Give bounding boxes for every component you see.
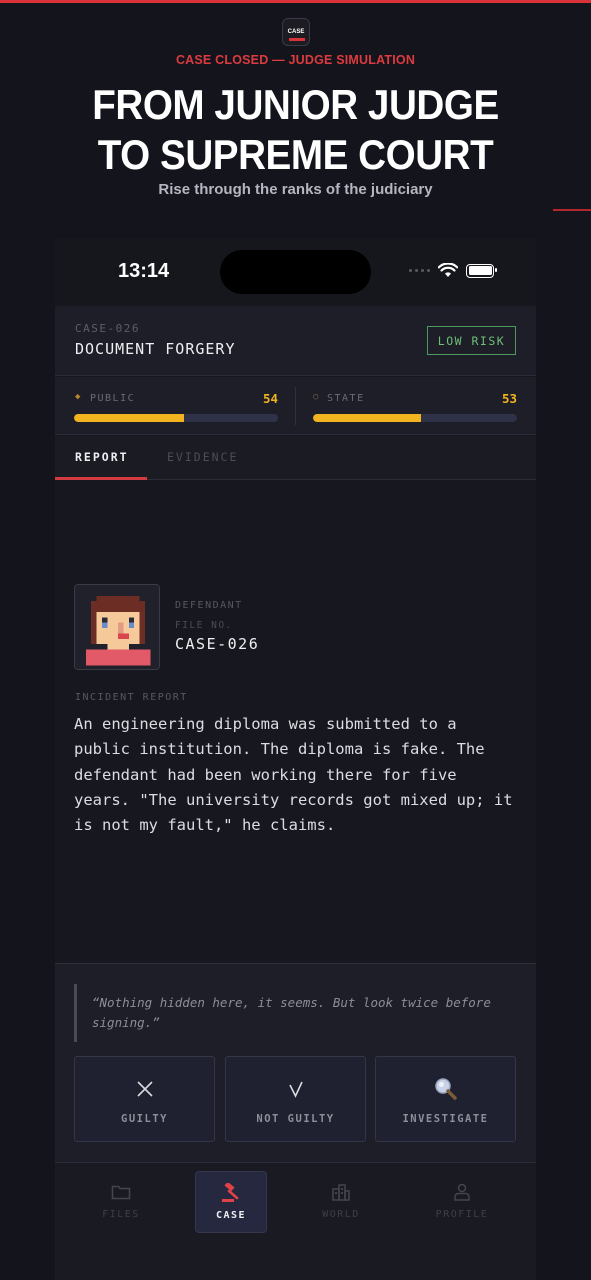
active-tab-indicator <box>55 477 147 480</box>
public-meter-value: 54 <box>262 391 278 406</box>
bottom-nav: FILES CASE WORLD PROFILE <box>55 1162 536 1280</box>
dynamic-island <box>220 250 371 294</box>
phone-screen: 13:14 CASE-026 DOCUMENT FORGERY LOW RISK… <box>55 238 536 1280</box>
buildings-icon <box>331 1183 351 1201</box>
tab-bar: REPORT EVIDENCE <box>55 436 536 480</box>
logo-text: CASE <box>287 29 305 35</box>
file-no-value: CASE-026 <box>175 635 260 653</box>
battery-icon <box>466 263 497 278</box>
status-time: 13:14 <box>118 260 170 282</box>
status-icons <box>409 263 497 278</box>
state-meter-value: 53 <box>501 391 517 406</box>
folder-icon <box>111 1183 131 1201</box>
investigate-button[interactable]: INVESTIGATE <box>375 1056 516 1142</box>
incident-report-text: An engineering diploma was submitted to … <box>74 715 513 835</box>
gavel-icon <box>220 1183 242 1202</box>
promo-kicker: CASE CLOSED — JUDGE SIMULATION <box>175 53 416 67</box>
incident-report-label: INCIDENT REPORT <box>75 692 188 703</box>
state-meter-track <box>313 414 517 422</box>
nav-item-case[interactable]: CASE <box>195 1171 267 1233</box>
diamond-icon: ◆ <box>75 392 81 402</box>
pixel-portrait <box>75 585 159 669</box>
risk-badge: LOW RISK <box>427 326 516 355</box>
wifi-icon <box>438 263 458 277</box>
state-meter-fill <box>313 414 422 422</box>
nav-label-files: FILES <box>102 1209 140 1220</box>
person-icon <box>453 1183 471 1201</box>
tab-report[interactable]: REPORT <box>75 450 129 464</box>
top-accent-line <box>0 0 591 3</box>
case-title: DOCUMENT FORGERY <box>75 340 236 358</box>
nav-label-world: WORLD <box>322 1209 360 1220</box>
promo-title-line-1: FROM JUNIOR JUDGE <box>92 81 499 128</box>
report-content: DEFENDANT FILE NO. CASE-026 INCIDENT REP… <box>55 481 536 963</box>
promo-subtitle: Rise through the ranks of the judiciary <box>158 181 433 198</box>
not-guilty-button[interactable]: NOT GUILTY <box>225 1056 366 1142</box>
app-logo: CASE <box>282 18 310 46</box>
state-meter-label: STATE <box>327 393 365 404</box>
public-meter-fill <box>74 414 185 422</box>
nav-item-world[interactable]: WORLD <box>305 1171 377 1233</box>
logo-bar <box>289 38 305 41</box>
nav-label-profile: PROFILE <box>435 1209 489 1220</box>
nav-label-case: CASE <box>215 1210 247 1221</box>
side-accent-line <box>553 209 591 211</box>
tab-evidence[interactable]: EVIDENCE <box>167 450 238 464</box>
public-meter-label: PUBLIC <box>90 393 136 404</box>
close-icon <box>136 1077 154 1101</box>
case-id-label: CASE-026 <box>75 322 140 335</box>
defendant-label: DEFENDANT <box>175 600 243 611</box>
nav-item-files[interactable]: FILES <box>85 1171 157 1233</box>
guilty-label: GUILTY <box>121 1113 168 1125</box>
not-guilty-label: NOT GUILTY <box>256 1113 335 1125</box>
verdict-panel: “Nothing hidden here, it seems. But look… <box>55 963 536 1162</box>
investigate-label: INVESTIGATE <box>402 1113 489 1125</box>
promo-title: FROM JUNIOR JUDGE TO SUPREME COURT <box>24 80 568 180</box>
public-meter: ◆ PUBLIC 54 <box>55 377 295 435</box>
guilty-button[interactable]: GUILTY <box>74 1056 215 1142</box>
signal-icon <box>409 269 430 272</box>
check-icon <box>288 1077 304 1101</box>
public-meter-track <box>74 414 278 422</box>
file-no-label: FILE NO. <box>175 620 233 631</box>
status-bar: 13:14 <box>55 238 536 306</box>
case-header: CASE-026 DOCUMENT FORGERY LOW RISK <box>55 306 536 376</box>
meters-bar: ◆ PUBLIC 54 ○ STATE 53 <box>55 377 536 435</box>
promo-title-line-2: TO SUPREME COURT <box>97 131 494 178</box>
defendant-avatar <box>74 584 160 670</box>
hint-quote: “Nothing hidden here, it seems. But look… <box>74 984 514 1042</box>
magnifier-icon <box>434 1077 458 1101</box>
hint-quote-text: “Nothing hidden here, it seems. But look… <box>92 995 491 1030</box>
nav-item-profile[interactable]: PROFILE <box>426 1171 498 1233</box>
circle-icon: ○ <box>313 392 319 402</box>
state-meter: ○ STATE 53 <box>296 377 536 435</box>
